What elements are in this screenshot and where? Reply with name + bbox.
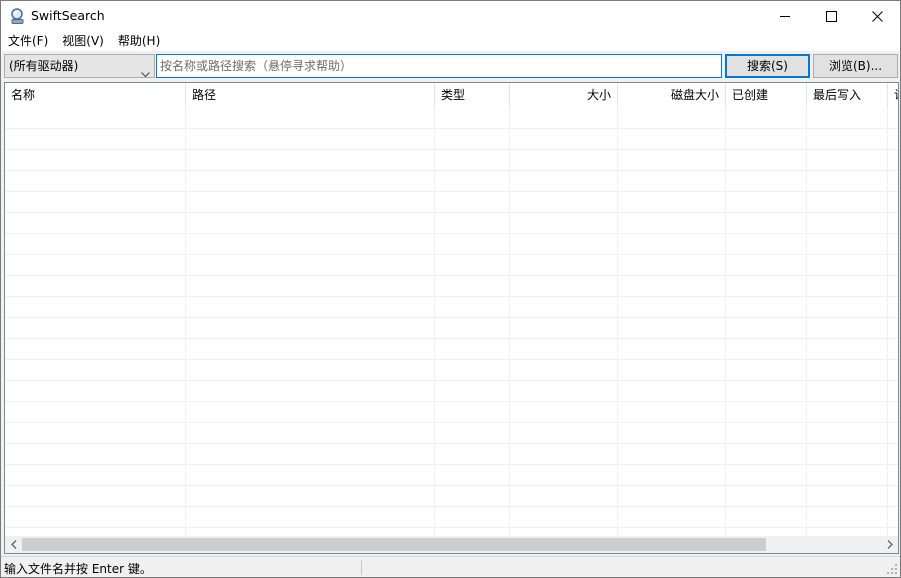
grid-row-line	[5, 254, 898, 255]
title-bar[interactable]: SwiftSearch	[1, 1, 900, 31]
column-header-size[interactable]: 大小	[510, 83, 618, 108]
status-bar: 输入文件名并按 Enter 键。	[1, 556, 900, 577]
grid-row-line	[5, 275, 898, 276]
scrollbar-thumb[interactable]	[22, 538, 766, 551]
grid-row-line	[5, 191, 898, 192]
search-toolbar: (所有驱动器) 搜索(S) 浏览(B)...	[1, 51, 900, 82]
resize-grip-icon[interactable]	[886, 563, 898, 575]
column-header-path[interactable]: 路径	[186, 83, 435, 108]
minimize-icon	[779, 11, 791, 22]
window-title: SwiftSearch	[31, 8, 105, 23]
horizontal-scrollbar[interactable]	[5, 536, 898, 553]
grid-row-line	[5, 212, 898, 213]
menu-bar: 文件(F) 视图(V) 帮助(H)	[1, 31, 900, 51]
search-input[interactable]	[156, 54, 722, 78]
grid-row-line	[5, 422, 898, 423]
search-button[interactable]: 搜索(S)	[725, 54, 810, 78]
minimize-button[interactable]	[762, 1, 808, 31]
grid-row-line	[5, 380, 898, 381]
list-body	[5, 108, 898, 549]
grid-row-line	[5, 128, 898, 129]
grid-row-line	[5, 464, 898, 465]
menu-file[interactable]: 文件(F)	[1, 31, 55, 51]
menu-view[interactable]: 视图(V)	[55, 31, 111, 51]
grid-row-line	[5, 506, 898, 507]
maximize-icon	[825, 10, 837, 22]
grid-column-line	[725, 108, 726, 536]
grid-row-line	[5, 527, 898, 528]
column-header-name[interactable]: 名称	[5, 83, 186, 108]
grid-row-line	[5, 359, 898, 360]
grid-column-line	[887, 108, 888, 536]
scroll-left-icon[interactable]	[5, 536, 22, 553]
list-header: 名称 路径 类型 大小 磁盘大小 已创建 最后写入 访	[5, 83, 898, 108]
grid-row-line	[5, 317, 898, 318]
menu-help[interactable]: 帮助(H)	[111, 31, 167, 51]
column-header-created[interactable]: 已创建	[726, 83, 807, 108]
status-text: 输入文件名并按 Enter 键。	[4, 562, 152, 576]
grid-row-line	[5, 149, 898, 150]
column-header-accessed[interactable]: 访	[888, 83, 898, 108]
column-header-type[interactable]: 类型	[435, 83, 510, 108]
grid-row-line	[5, 485, 898, 486]
grid-column-line	[185, 108, 186, 536]
status-separator	[361, 560, 362, 575]
maximize-button[interactable]	[808, 1, 854, 31]
drive-select[interactable]: (所有驱动器)	[4, 54, 155, 78]
grid-row-line	[5, 338, 898, 339]
column-header-size-on-disk[interactable]: 磁盘大小	[618, 83, 726, 108]
grid-column-line	[434, 108, 435, 536]
browse-button[interactable]: 浏览(B)...	[813, 54, 898, 78]
results-list[interactable]: 名称 路径 类型 大小 磁盘大小 已创建 最后写入 访	[4, 82, 899, 554]
column-header-last-written[interactable]: 最后写入	[807, 83, 888, 108]
close-button[interactable]	[854, 1, 900, 31]
grid-row-line	[5, 401, 898, 402]
scroll-right-icon[interactable]	[881, 536, 898, 553]
grid-row-line	[5, 443, 898, 444]
grid-row-line	[5, 170, 898, 171]
grid-column-line	[509, 108, 510, 536]
grid-column-line	[806, 108, 807, 536]
app-window: SwiftSearch 文件(F) 视图(V) 帮助(H) (所有驱动器) 按名…	[0, 0, 901, 578]
grid-row-line	[5, 233, 898, 234]
close-icon	[871, 10, 883, 22]
magnifier-app-icon	[9, 7, 27, 25]
grid-column-line	[617, 108, 618, 536]
drive-select-value: (所有驱动器)	[9, 59, 79, 73]
grid-row-line	[5, 296, 898, 297]
